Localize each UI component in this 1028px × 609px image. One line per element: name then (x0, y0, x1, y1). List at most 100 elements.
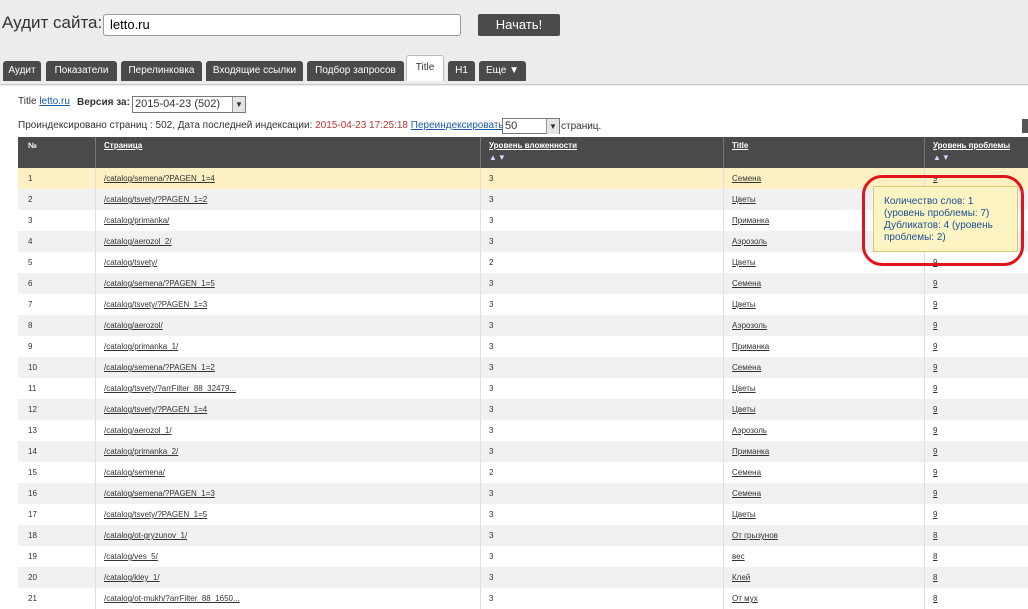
title-link[interactable]: Семена (732, 468, 761, 477)
page-link[interactable]: /catalog/tsvety/?PAGEN_1=5 (104, 510, 207, 519)
page-link[interactable]: /catalog/primanka_2/ (104, 447, 178, 456)
col-title[interactable]: Title (724, 137, 925, 168)
tab-query-selection[interactable]: Подбор запросов (307, 61, 404, 81)
tooltip-line: Дубликатов: 4 (уровень (884, 220, 1017, 232)
tab-incoming-links[interactable]: Входящие ссылки (206, 61, 303, 81)
tab-audit[interactable]: Аудит (3, 61, 41, 81)
title-link[interactable]: Семена (732, 279, 761, 288)
problem-level-link[interactable]: 9 (933, 342, 937, 351)
page-link[interactable]: /catalog/semena/?PAGEN_1=4 (104, 174, 215, 183)
tab-h1[interactable]: H1 (448, 61, 475, 81)
page-link[interactable]: /catalog/ot-gryzunov_1/ (104, 531, 187, 540)
page-link[interactable]: /catalog/tsvety/ (104, 258, 157, 267)
page-link[interactable]: /catalog/ves_5/ (104, 552, 158, 561)
problem-level-link[interactable]: 8 (933, 552, 937, 561)
page-cell: /catalog/primanka_2/ (96, 441, 481, 462)
problem-level-link[interactable]: 9 (933, 279, 937, 288)
problem-level-link[interactable]: 9 (933, 468, 937, 477)
title-link[interactable]: Аэрозоль (732, 426, 767, 435)
page-link[interactable]: /catalog/semena/?PAGEN_1=5 (104, 279, 215, 288)
depth-cell: 3 (481, 294, 724, 315)
col-page[interactable]: Страница (96, 137, 481, 168)
page-link[interactable]: /catalog/aerozol_1/ (104, 426, 172, 435)
title-link[interactable]: Цветы (732, 300, 756, 309)
tab-more[interactable]: Еще ▼ (479, 61, 526, 81)
problem-level-link[interactable]: 9 (933, 405, 937, 414)
problem-level-link[interactable]: 9 (933, 426, 937, 435)
title-link[interactable]: вес (732, 552, 745, 561)
page-link[interactable]: /catalog/primanka/ (104, 216, 169, 225)
title-link[interactable]: Цветы (732, 195, 756, 204)
tab-indicators[interactable]: Показатели (46, 61, 117, 81)
title-link[interactable]: Цветы (732, 405, 756, 414)
problem-level-link[interactable]: 9 (933, 384, 937, 393)
site-url-input[interactable]: letto.ru (103, 14, 461, 36)
depth-value: 3 (489, 279, 493, 288)
problem-level-link[interactable]: 9 (933, 321, 937, 330)
page-link[interactable]: /catalog/primanka_1/ (104, 342, 178, 351)
problem-level-cell: 9 (925, 462, 1028, 483)
title-link[interactable]: Аэрозоль (732, 237, 767, 246)
page-link[interactable]: /catalog/semena/?PAGEN_1=3 (104, 489, 215, 498)
page-link[interactable]: /catalog/aerozol/ (104, 321, 163, 330)
col-page-label[interactable]: Страница (104, 141, 142, 150)
depth-cell: 3 (481, 588, 724, 609)
title-link[interactable]: Семена (732, 363, 761, 372)
problem-level-link[interactable]: 9 (933, 447, 937, 456)
reindex-link[interactable]: Переиндексировать (411, 120, 504, 131)
title-link[interactable]: Приманка (732, 447, 769, 456)
page-link[interactable]: /catalog/tsvety/?PAGEN_1=4 (104, 405, 207, 414)
page-link[interactable]: /catalog/tsvety/?arrFilter_88_32479... (104, 384, 236, 393)
tab-linking[interactable]: Перелинковка (121, 61, 202, 81)
title-link[interactable]: Аэрозоль (732, 321, 767, 330)
problem-level-link[interactable]: 9 (933, 510, 937, 519)
dropdown-arrow-icon[interactable]: ▼ (546, 119, 559, 134)
page-cell: /catalog/semena/?PAGEN_1=2 (96, 357, 481, 378)
page-link[interactable]: /catalog/tsvety/?PAGEN_1=3 (104, 300, 207, 309)
depth-cell: 2 (481, 462, 724, 483)
col-depth[interactable]: Уровень вложенности ▲▼ (481, 137, 724, 168)
dropdown-arrow-icon[interactable]: ▼ (232, 97, 245, 112)
tab-title[interactable]: Title (406, 55, 444, 81)
row-number-cell: 15 (18, 462, 96, 483)
problem-level-link[interactable]: 9 (933, 489, 937, 498)
problem-level-link[interactable]: 9 (933, 300, 937, 309)
corner-button[interactable] (1022, 119, 1028, 133)
title-link[interactable]: От грызунов (732, 531, 778, 540)
page-link[interactable]: /catalog/kley_1/ (104, 573, 160, 582)
version-select[interactable]: 2015-04-23 (502) ▼ (132, 96, 246, 113)
title-link[interactable]: Цветы (732, 258, 756, 267)
audit-label: Аудит сайта: (2, 13, 102, 33)
problem-level-link[interactable]: 8 (933, 573, 937, 582)
page-link[interactable]: /catalog/semena/ (104, 468, 165, 477)
col-problem-label[interactable]: Уровень проблемы (933, 141, 1010, 150)
sort-arrows-icon[interactable]: ▲▼ (489, 153, 723, 162)
sort-arrows-icon[interactable]: ▲▼ (933, 153, 1028, 162)
title-link[interactable]: Приманка (732, 216, 769, 225)
title-link[interactable]: Семена (732, 489, 761, 498)
depth-value: 3 (489, 573, 493, 582)
problem-level-link[interactable]: 8 (933, 594, 937, 603)
start-button[interactable]: Начать! (478, 14, 560, 36)
page-link[interactable]: /catalog/aerozol_2/ (104, 237, 172, 246)
page-link[interactable]: /catalog/semena/?PAGEN_1=2 (104, 363, 215, 372)
page-link[interactable]: /catalog/ot-mukh/?arrFilter_88_1650... (104, 594, 240, 603)
site-link[interactable]: letto.ru (39, 96, 70, 107)
indexed-text: Проиндексировано страниц : 502, Дата пос… (18, 120, 312, 131)
title-link[interactable]: Семена (732, 174, 761, 183)
col-depth-label[interactable]: Уровень вложенности (489, 141, 577, 150)
title-cell: Клей (724, 567, 925, 588)
title-link[interactable]: Клей (732, 573, 750, 582)
title-link[interactable]: Приманка (732, 342, 769, 351)
row-number: 10 (28, 363, 37, 372)
problem-level-link[interactable]: 8 (933, 531, 937, 540)
title-cell: Цветы (724, 378, 925, 399)
page-link[interactable]: /catalog/tsvety/?PAGEN_1=2 (104, 195, 207, 204)
per-page-select[interactable]: 50 ▼ (502, 118, 560, 134)
title-link[interactable]: Цветы (732, 384, 756, 393)
col-problem-level[interactable]: Уровень проблемы ▲▼ (925, 137, 1028, 168)
title-link[interactable]: Цветы (732, 510, 756, 519)
problem-level-link[interactable]: 9 (933, 363, 937, 372)
title-link[interactable]: От мух (732, 594, 758, 603)
col-title-label[interactable]: Title (732, 141, 748, 150)
